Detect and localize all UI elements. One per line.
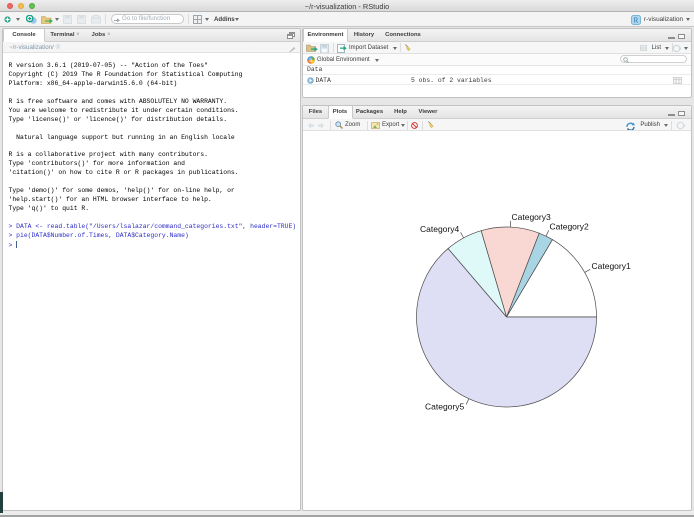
- svg-text:R: R: [309, 58, 313, 64]
- svg-text:Category4: Category4: [420, 224, 459, 234]
- svg-text:Category3: Category3: [512, 212, 551, 222]
- svg-text:Category1: Category1: [592, 261, 631, 271]
- svg-text:R: R: [634, 16, 639, 24]
- svg-text:Category2: Category2: [550, 222, 589, 232]
- svg-text:Category5: Category5: [425, 402, 464, 412]
